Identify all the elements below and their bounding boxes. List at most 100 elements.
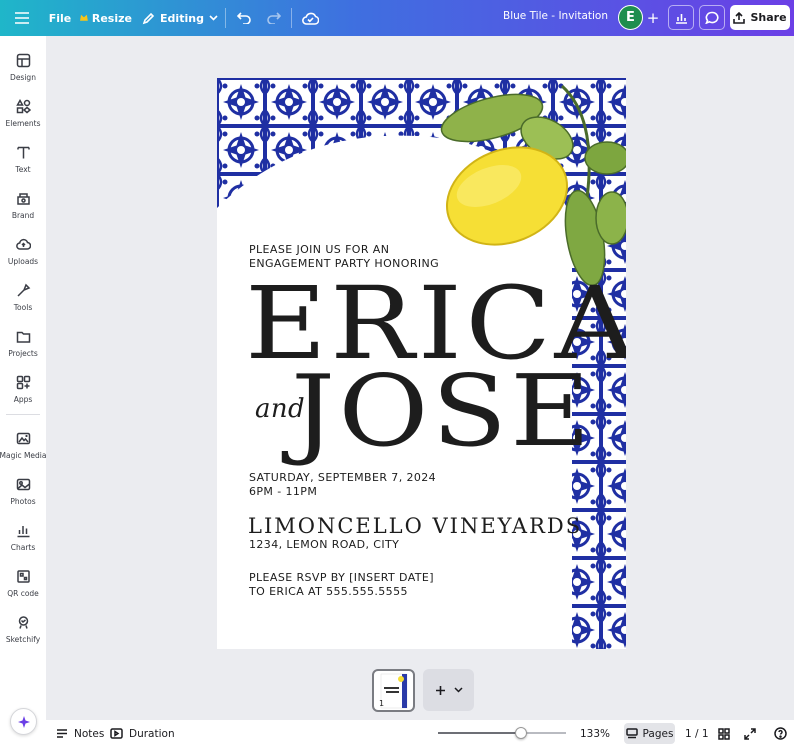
editing-label: Editing [160, 11, 204, 25]
photos-icon [16, 478, 30, 491]
file-menu-button[interactable]: File [44, 6, 76, 30]
file-label: File [48, 11, 72, 25]
insights-button[interactable] [668, 5, 694, 30]
help-button[interactable] [774, 725, 787, 742]
brand-icon [16, 193, 30, 205]
chevron-down-icon [453, 687, 463, 693]
comments-button[interactable] [699, 5, 725, 30]
share-button[interactable]: Share [730, 5, 790, 30]
page-count: 1 / 1 [685, 727, 709, 740]
hamburger-icon [15, 12, 29, 24]
sidebar-label: Sketchify [5, 635, 41, 644]
zoom-level[interactable]: 133% [580, 725, 610, 742]
event-date[interactable]: SATURDAY, SEPTEMBER 7, 2024 [249, 471, 436, 484]
notes-label: Notes [74, 727, 105, 740]
sidebar-label: Uploads [7, 257, 39, 266]
second-name-heading[interactable]: JOSE [291, 363, 594, 461]
venue-address[interactable]: 1234, LEMON ROAD, CITY [249, 538, 399, 551]
notes-button[interactable]: Notes [56, 725, 104, 742]
plus-icon [435, 685, 445, 695]
pages-label: Pages [642, 727, 674, 740]
duration-button[interactable]: Duration [110, 725, 175, 742]
redo-icon [266, 12, 281, 24]
bar-chart-icon [675, 13, 687, 24]
elements-icon [15, 99, 31, 114]
charts-icon [17, 526, 29, 538]
sidebar-label: Photos [10, 497, 36, 506]
sidebar-item-magic-media[interactable]: Magic Media [0, 427, 46, 469]
cloud-check-icon [301, 12, 319, 25]
resize-label: Resize [91, 11, 132, 25]
duration-label: Duration [129, 727, 175, 740]
share-icon [733, 11, 746, 24]
grid-view-button[interactable] [718, 725, 730, 742]
pages-button[interactable]: Pages [624, 723, 675, 744]
tools-icon [16, 283, 30, 297]
rsvp-line-1[interactable]: PLEASE RSVP BY [INSERT DATE] [249, 571, 434, 584]
sidebar-label: Text [15, 165, 31, 174]
chevron-down-icon [209, 15, 218, 21]
expand-icon [744, 727, 756, 740]
venue-name[interactable]: LIMONCELLO VINEYARDS [248, 514, 582, 538]
design-icon [16, 53, 30, 68]
help-icon [774, 727, 787, 740]
sidebar-item-sketchify[interactable]: Sketchify [0, 611, 46, 653]
left-sidebar: Design Elements Text Brand Uploads Tools… [0, 36, 46, 747]
sidebar-item-elements[interactable]: Elements [0, 95, 46, 137]
design-page[interactable]: PLEASE JOIN US FOR AN ENGAGEMENT PARTY H… [217, 78, 626, 649]
projects-icon [16, 331, 30, 343]
canva-assistant-button[interactable] [10, 708, 37, 735]
add-people-button[interactable]: + [643, 6, 663, 30]
sidebar-item-charts[interactable]: Charts [0, 519, 46, 561]
fullscreen-button[interactable] [744, 725, 756, 742]
resize-button[interactable]: Resize [80, 6, 132, 30]
document-title[interactable]: Blue Tile - Invitation [500, 10, 608, 22]
sparkle-icon [17, 715, 30, 728]
toolbar-divider [291, 8, 292, 28]
grid-icon [718, 727, 730, 740]
apps-icon [16, 375, 30, 390]
menu-button[interactable] [10, 6, 34, 30]
page-number: 1 [379, 699, 385, 708]
avatar[interactable]: E [618, 5, 643, 30]
add-page-button[interactable] [423, 669, 474, 711]
sidebar-item-tools[interactable]: Tools [0, 279, 46, 321]
sidebar-item-qr-code[interactable]: QR code [0, 565, 46, 607]
comment-icon [705, 11, 719, 24]
share-label: Share [750, 11, 787, 24]
save-status-button[interactable] [298, 6, 322, 30]
timer-icon [110, 728, 123, 739]
sketchify-icon [18, 616, 28, 629]
zoom-slider-track[interactable] [438, 732, 566, 734]
sidebar-item-photos[interactable]: Photos [0, 473, 46, 515]
editing-mode-button[interactable]: Editing [140, 6, 220, 30]
magic-media-icon [16, 432, 30, 445]
sidebar-item-projects[interactable]: Projects [0, 325, 46, 367]
sidebar-item-apps[interactable]: Apps [0, 371, 46, 413]
undo-button[interactable] [232, 6, 256, 30]
sidebar-label: Charts [10, 543, 36, 552]
undo-icon [236, 12, 251, 24]
page-thumbnail[interactable]: 1 [372, 669, 415, 712]
sidebar-item-text[interactable]: Text [0, 141, 46, 183]
zoom-slider-fill [438, 732, 522, 734]
bottom-bar: Notes Duration 133% 1 / 1 [46, 720, 794, 747]
sidebar-item-uploads[interactable]: Uploads [0, 233, 46, 275]
invite-intro-line-1[interactable]: PLEASE JOIN US FOR AN [249, 243, 389, 256]
sidebar-label: Projects [8, 349, 38, 358]
sidebar-divider [6, 414, 40, 415]
event-time[interactable]: 6PM - 11PM [249, 485, 317, 498]
sidebar-label: Elements [5, 119, 41, 128]
qr-code-icon [16, 570, 30, 583]
rsvp-line-2[interactable]: TO ERICA AT 555.555.5555 [249, 585, 408, 598]
sidebar-label: Magic Media [0, 451, 47, 460]
toolbar-divider [225, 8, 226, 28]
text-icon [16, 146, 30, 159]
redo-button[interactable] [261, 6, 285, 30]
sidebar-label: Apps [13, 395, 33, 404]
sidebar-item-design[interactable]: Design [0, 49, 46, 91]
sidebar-label: Brand [11, 211, 35, 220]
sidebar-item-brand[interactable]: Brand [0, 187, 46, 229]
sidebar-label: Design [10, 73, 36, 82]
uploads-icon [15, 238, 31, 250]
